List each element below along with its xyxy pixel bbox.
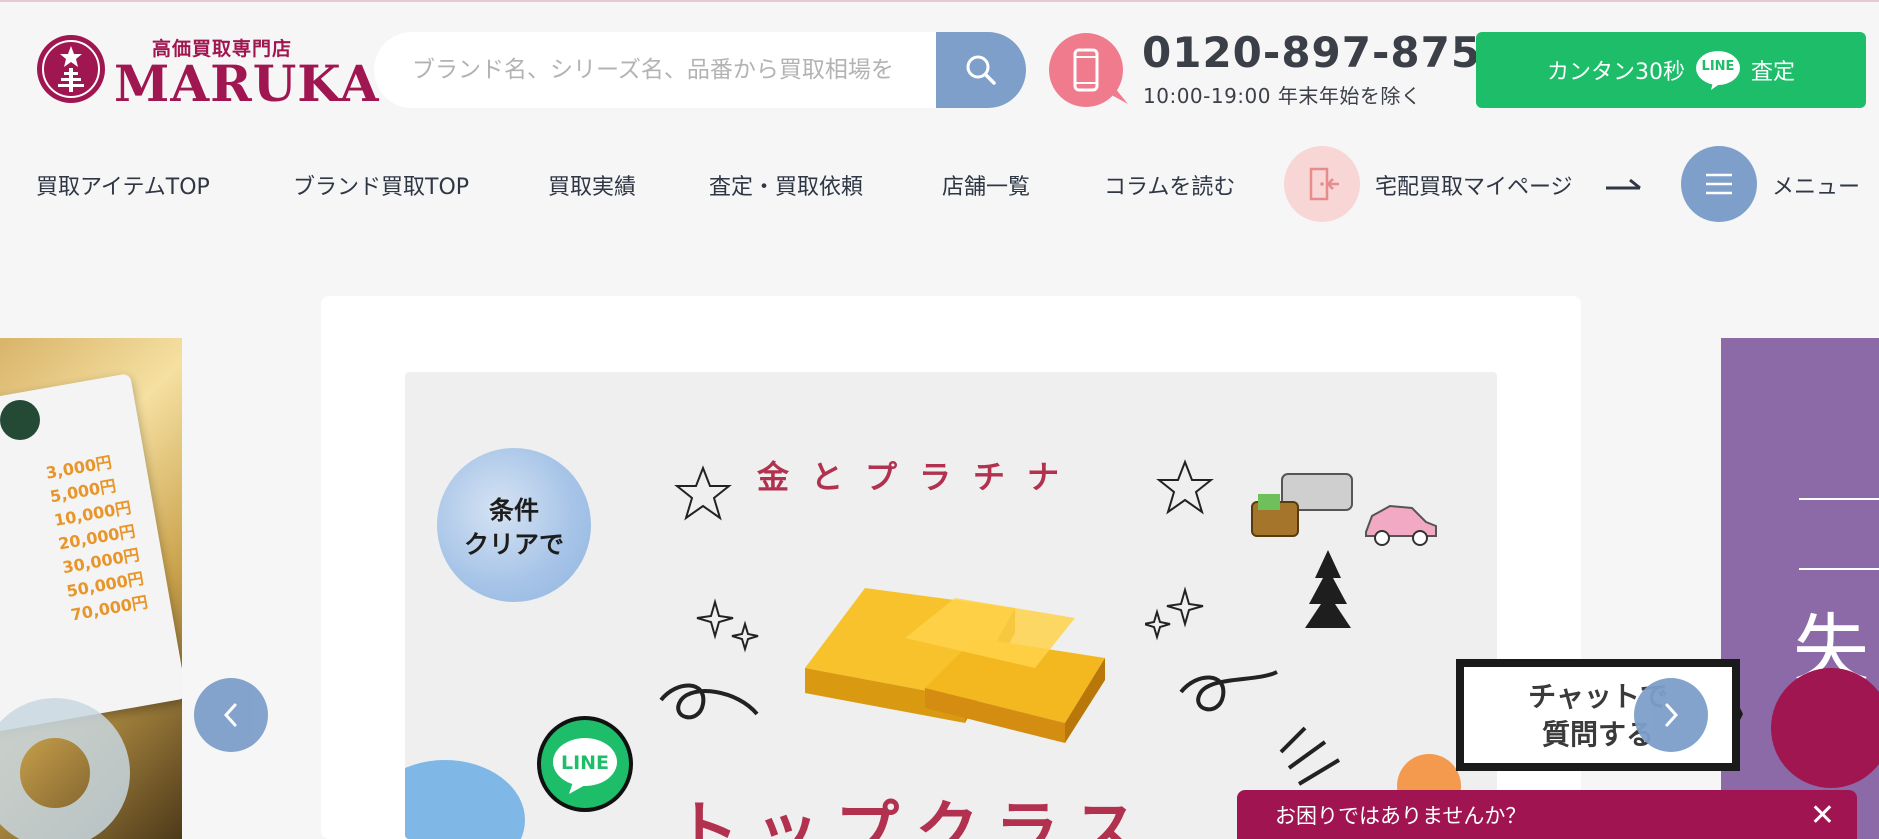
brand-emblem-icon	[1771, 668, 1879, 788]
swirl-icon	[1179, 670, 1278, 712]
banner-bottom-text: トップクラス	[675, 795, 1154, 839]
carousel-slide-previous[interactable]: 3,000円 5,000円 10,000円 20,000円 30,000円 50…	[0, 338, 182, 839]
carousel-slide-next[interactable]: 失	[1721, 338, 1879, 839]
nav-item-items-top[interactable]: 買取アイテムTOP	[36, 169, 210, 201]
search-button[interactable]	[936, 32, 1026, 108]
nav-item-request[interactable]: 査定・買取依頼	[709, 169, 863, 201]
line-button-suffix: 査定	[1750, 60, 1795, 85]
car-image	[1365, 504, 1437, 546]
sparkle-icon	[696, 598, 759, 653]
star-icon	[674, 465, 732, 521]
site-logo[interactable]: 高価買取専門店 MARUKA	[34, 30, 379, 113]
phone-icon[interactable]	[1048, 32, 1130, 108]
nav-item-brand-top[interactable]: ブランド買取TOP	[293, 169, 469, 201]
tree-icon	[1305, 550, 1351, 628]
menu-label[interactable]: メニュー	[1772, 169, 1860, 201]
main-nav: 買取アイテムTOP ブランド買取TOP 買取実績 査定・買取依頼 店舗一覧 コラ…	[0, 140, 1879, 230]
nav-item-stores[interactable]: 店舗一覧	[942, 169, 1030, 201]
gold-bars-image	[805, 588, 1105, 743]
close-icon[interactable]: ✕	[1810, 798, 1835, 833]
blue-character-image	[405, 760, 525, 839]
letter-a-graphic	[0, 698, 130, 839]
line-button-prefix: カンタン30秒	[1546, 60, 1685, 85]
swirl-icon	[659, 683, 759, 720]
line-logo-icon: LINE	[533, 714, 637, 818]
line-badge-text: LINE	[1701, 59, 1735, 74]
nav-item-column[interactable]: コラムを読む	[1104, 169, 1235, 201]
campaign-banner[interactable]: 条件 クリアで 金とプラチナ LINE トップクラス	[405, 372, 1497, 839]
top-border	[0, 0, 1879, 2]
phone-number[interactable]: 0120-897-875	[1142, 28, 1481, 77]
sparkle-icon	[1145, 586, 1204, 641]
carousel-next-button[interactable]	[1634, 678, 1708, 752]
search-input[interactable]	[374, 32, 936, 108]
chevron-right-icon	[1665, 703, 1679, 727]
logo-emblem-icon	[37, 35, 105, 103]
logo-text: MARUKA	[114, 54, 380, 113]
chevron-left-icon	[223, 703, 237, 727]
carousel-prev-button[interactable]	[194, 678, 268, 752]
divider	[1799, 568, 1879, 570]
wallet-bag-image	[1251, 473, 1353, 537]
help-text: お困りではありませんか？	[1275, 803, 1527, 828]
phone-hours: 10:00-19:00 年末年始を除く	[1143, 84, 1422, 108]
search-icon	[966, 55, 996, 85]
divider	[1799, 498, 1879, 500]
line-assessment-button[interactable]: カンタン30秒 LINE 査定	[1476, 32, 1866, 108]
condition-line-1: 条件	[488, 496, 539, 525]
line-logo-text: LINE	[560, 752, 610, 774]
menu-button[interactable]	[1681, 146, 1757, 222]
arrow-right-icon	[1606, 178, 1641, 190]
line-icon: LINE	[1695, 50, 1741, 90]
hamburger-icon	[1706, 173, 1732, 195]
mypage-door-icon[interactable]	[1284, 146, 1360, 222]
banner-heading: 金とプラチナ	[757, 458, 1082, 496]
condition-line-2: クリアで	[463, 530, 564, 559]
nav-item-mypage[interactable]: 宅配買取マイページ	[1375, 169, 1573, 201]
dark-circle-graphic	[0, 400, 40, 440]
nav-item-results[interactable]: 買取実績	[548, 169, 636, 201]
star-icon	[1156, 459, 1214, 515]
search-bar	[374, 32, 1026, 108]
condition-badge: 条件 クリアで	[437, 448, 591, 602]
help-chat-bar[interactable]: お困りではありませんか？ ✕	[1237, 790, 1857, 839]
